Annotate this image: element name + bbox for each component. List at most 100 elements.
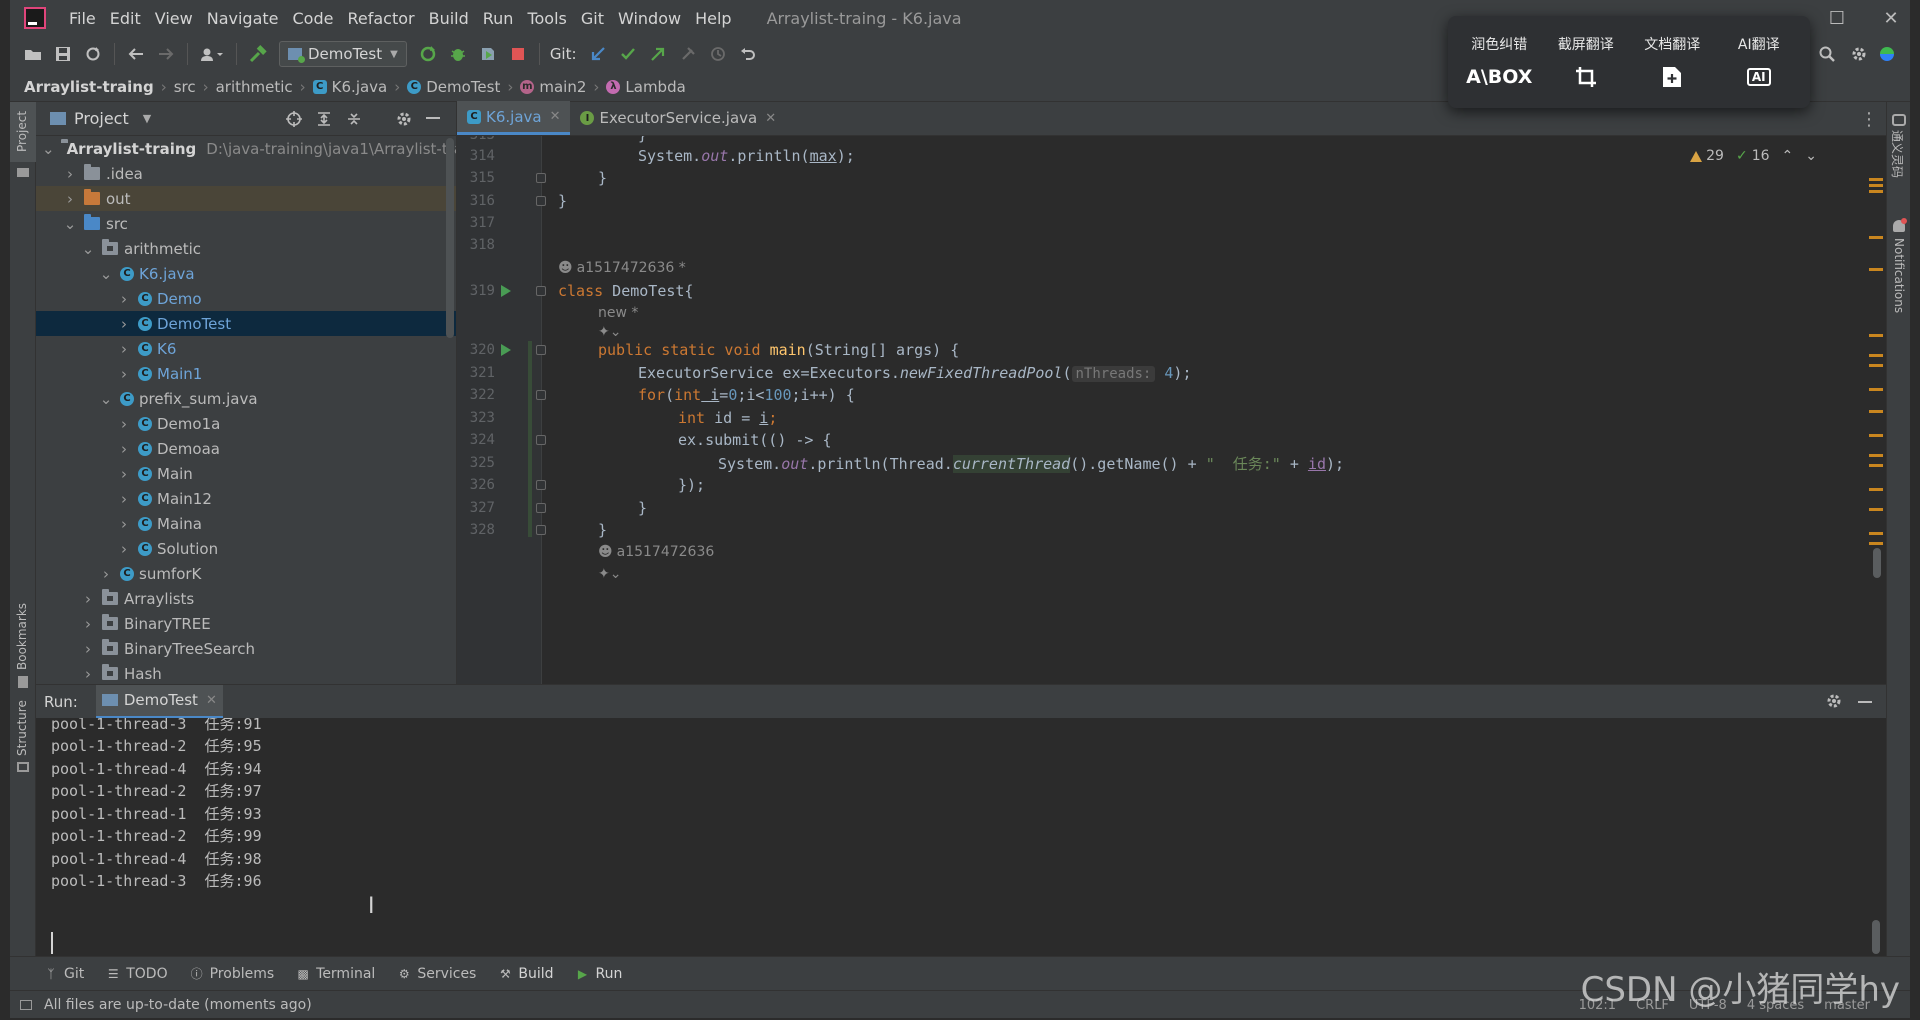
- menu-view[interactable]: View: [148, 9, 200, 28]
- settings-gear-icon[interactable]: [1826, 693, 1842, 709]
- problems-tool-button[interactable]: ⓘ Problems: [190, 966, 275, 982]
- code-area[interactable]: 29 ✓16 ⌃ ⌄ 313} 314System.out.println(ma…: [457, 136, 1887, 684]
- fold-marker-icon[interactable]: [536, 196, 546, 206]
- build-tool-button[interactable]: ⚒ Build: [498, 966, 554, 982]
- error-stripe-marker[interactable]: [1869, 532, 1883, 535]
- tree-item[interactable]: › C Demo: [36, 286, 456, 311]
- fold-marker-icon[interactable]: [536, 525, 546, 535]
- tree-item[interactable]: ⌄ src: [36, 211, 456, 236]
- open-folder-icon[interactable]: [18, 40, 48, 68]
- sync-icon[interactable]: [78, 40, 108, 68]
- tree-item[interactable]: › C K6: [36, 336, 456, 361]
- terminal-tool-button[interactable]: ▩ Terminal: [296, 966, 375, 982]
- fold-marker-icon[interactable]: [536, 503, 546, 513]
- tree-item[interactable]: › C Main1: [36, 361, 456, 386]
- chevron-right-icon[interactable]: ›: [116, 415, 132, 433]
- menu-file[interactable]: File: [62, 9, 103, 28]
- settings-gear-icon[interactable]: [1844, 40, 1874, 68]
- tree-item[interactable]: ⌄ C K6.java: [36, 261, 456, 286]
- project-tool-button[interactable]: Project: [10, 102, 36, 162]
- expand-all-icon[interactable]: [316, 111, 332, 127]
- chevron-right-icon[interactable]: ›: [116, 440, 132, 458]
- chevron-right-icon[interactable]: ›: [80, 640, 96, 658]
- hide-panel-icon[interactable]: [1858, 701, 1872, 703]
- tree-root[interactable]: ⌄ Arraylist-traing D:\java-training\java…: [36, 136, 456, 161]
- tree-item[interactable]: › C Solution: [36, 536, 456, 561]
- ai-translate-button[interactable]: AI翻译 AI: [1717, 34, 1801, 90]
- fold-marker-icon[interactable]: [536, 480, 546, 490]
- menu-build[interactable]: Build: [422, 9, 476, 28]
- tree-item[interactable]: › CsumforK: [36, 561, 456, 586]
- menu-git[interactable]: Git: [574, 9, 611, 28]
- chevron-down-icon[interactable]: ⌄: [98, 265, 114, 283]
- chevron-down-icon[interactable]: ⌄: [98, 390, 114, 408]
- build-hammer-icon[interactable]: [243, 40, 273, 68]
- run-gutter-icon[interactable]: [501, 285, 511, 297]
- chevron-right-icon[interactable]: ›: [98, 565, 114, 583]
- run-with-coverage-icon[interactable]: [473, 40, 503, 68]
- rollback-icon[interactable]: [733, 40, 763, 68]
- tree-item[interactable]: ⌄ Cprefix_sum.java: [36, 386, 456, 411]
- fold-marker-icon[interactable]: [536, 390, 546, 400]
- maximize-button[interactable]: ☐: [1810, 0, 1864, 36]
- breadcrumb-lambda[interactable]: λ Lambda: [606, 78, 686, 96]
- error-stripe-marker[interactable]: [1869, 364, 1883, 367]
- chevron-right-icon[interactable]: ›: [116, 515, 132, 533]
- chevron-right-icon[interactable]: ›: [116, 290, 132, 308]
- polish-correct-button[interactable]: 润色纠错 A\BOX: [1457, 34, 1541, 90]
- locate-target-icon[interactable]: [286, 111, 302, 127]
- close-tab-icon[interactable]: ✕: [206, 693, 217, 708]
- chevron-down-icon[interactable]: ⌄: [62, 215, 78, 233]
- project-scrollbar[interactable]: [446, 138, 454, 338]
- error-stripe-marker[interactable]: [1869, 508, 1883, 511]
- stop-icon[interactable]: [503, 40, 533, 68]
- tree-item[interactable]: › C Demo1a: [36, 411, 456, 436]
- services-tool-button[interactable]: ⚙ Services: [397, 966, 476, 982]
- tree-item[interactable]: › .idea: [36, 161, 456, 186]
- bookmarks-tool-button[interactable]: Bookmarks: [15, 603, 29, 670]
- error-stripe-marker[interactable]: [1869, 178, 1883, 181]
- hide-panel-icon[interactable]: [426, 117, 440, 121]
- breadcrumb-project[interactable]: Arraylist-traing: [24, 78, 154, 96]
- toggle-tool-windows-icon[interactable]: [20, 999, 32, 1010]
- chevron-right-icon[interactable]: ›: [62, 190, 78, 208]
- breadcrumb-file[interactable]: C K6.java: [312, 78, 387, 96]
- tree-item[interactable]: › C Main: [36, 461, 456, 486]
- git-pull-disabled-icon[interactable]: [673, 40, 703, 68]
- chevron-right-icon[interactable]: ›: [116, 340, 132, 358]
- close-tab-icon[interactable]: ✕: [765, 111, 776, 126]
- tab-k6-java[interactable]: C K6.java ✕: [457, 101, 571, 135]
- user-dropdown-icon[interactable]: [194, 40, 230, 68]
- breadcrumb-arithmetic[interactable]: arithmetic: [216, 78, 293, 96]
- tree-item[interactable]: › out: [36, 186, 456, 211]
- author-inlay[interactable]: ☻ a1517472636: [598, 542, 714, 562]
- run-gutter-icon[interactable]: [501, 344, 511, 356]
- search-icon[interactable]: [1812, 40, 1842, 68]
- chevron-down-icon[interactable]: ⌄: [80, 240, 96, 258]
- menu-refactor[interactable]: Refactor: [340, 9, 421, 28]
- chevron-down-icon[interactable]: ⌄: [42, 140, 55, 158]
- chevron-right-icon[interactable]: ›: [116, 365, 132, 383]
- rerun-icon[interactable]: [413, 40, 443, 68]
- fold-marker-icon[interactable]: [536, 345, 546, 355]
- close-tab-icon[interactable]: ✕: [550, 109, 561, 124]
- error-stripe-marker[interactable]: [1869, 268, 1883, 271]
- chevron-right-icon[interactable]: ›: [116, 465, 132, 483]
- ide-plugin-icon[interactable]: [1872, 40, 1902, 68]
- settings-gear-icon[interactable]: [396, 111, 412, 127]
- fold-marker-icon[interactable]: [536, 173, 546, 183]
- history-clock-icon[interactable]: [703, 40, 733, 68]
- run-console[interactable]: pool-1-thread-3 任务:91 pool-1-thread-2 任务…: [36, 718, 1886, 956]
- menu-tools[interactable]: Tools: [520, 9, 573, 28]
- menu-window[interactable]: Window: [611, 9, 688, 28]
- fold-marker-icon[interactable]: [536, 435, 546, 445]
- menu-run[interactable]: Run: [476, 9, 521, 28]
- tree-item[interactable]: › BinaryTreeSearch: [36, 636, 456, 661]
- error-stripe-marker[interactable]: [1869, 236, 1883, 239]
- run-tab-demotest[interactable]: DemoTest ✕: [95, 684, 223, 719]
- error-stripe-marker[interactable]: [1869, 542, 1883, 545]
- breadcrumb-method[interactable]: m main2: [520, 78, 586, 96]
- error-stripe-marker[interactable]: [1869, 334, 1883, 337]
- tree-item[interactable]: › C Maina: [36, 511, 456, 536]
- ai-inlay-icon[interactable]: ✦⌄: [598, 564, 621, 584]
